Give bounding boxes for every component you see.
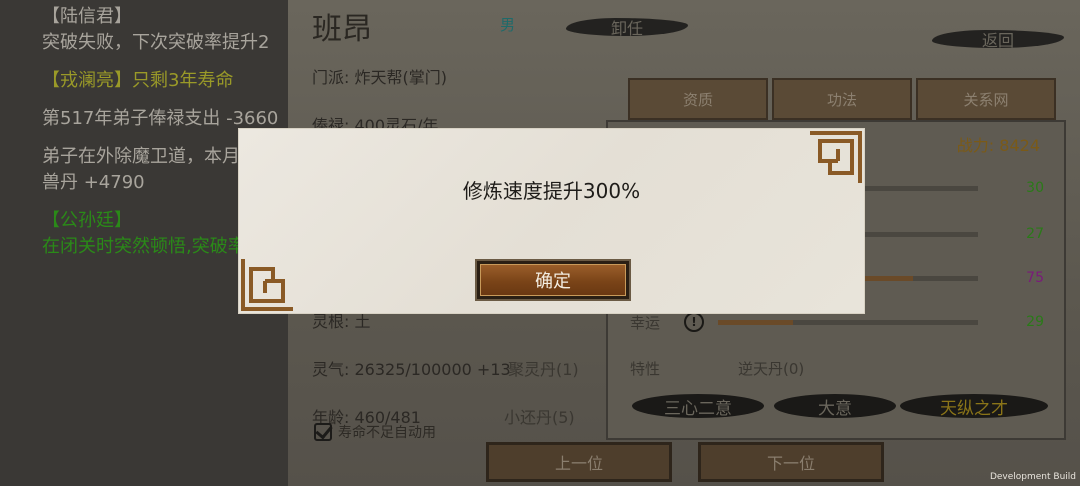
dismiss-button[interactable]: 卸任 bbox=[566, 10, 688, 44]
stat-value: 27 bbox=[1026, 226, 1044, 242]
log-entry: 突破失败，下次突破率提升2 bbox=[42, 32, 270, 53]
tab-skills[interactable]: 功法 bbox=[772, 78, 912, 120]
stat-value: 29 bbox=[1026, 314, 1044, 330]
stat-value: 30 bbox=[1026, 180, 1044, 196]
combat-power: 战力: 8424 bbox=[956, 136, 1040, 155]
tab-relations[interactable]: 关系网 bbox=[916, 78, 1056, 120]
auto-use-toggle[interactable]: 寿命不足自动用 bbox=[314, 422, 436, 442]
fret-ornament-icon bbox=[241, 259, 293, 311]
dev-build-label: Development Build bbox=[989, 472, 1076, 482]
trait-badge[interactable]: 三心二意 bbox=[632, 388, 764, 424]
checkbox-icon[interactable] bbox=[314, 423, 332, 441]
trait-badge[interactable]: 大意 bbox=[774, 388, 896, 424]
stat-value: 75 bbox=[1026, 270, 1044, 286]
trait-pill[interactable]: 逆天丹(0) bbox=[738, 358, 804, 379]
trait-label: 特性 bbox=[630, 360, 661, 378]
sect-info: 门派: 炸天帮(掌门) bbox=[312, 68, 447, 87]
stat-row-luck: 幸运 ! 29 bbox=[630, 312, 1044, 332]
notification-dialog: 修炼速度提升300% 确定 bbox=[238, 128, 865, 314]
log-entry: 【戎澜亮】只剩3年寿命 bbox=[42, 70, 234, 91]
pill-juling[interactable]: 聚灵丹(1) bbox=[508, 356, 579, 380]
back-button[interactable]: 返回 bbox=[932, 22, 1064, 56]
log-entry: 【陆信君】 bbox=[42, 6, 132, 27]
tab-aptitude[interactable]: 资质 bbox=[628, 78, 768, 120]
next-button[interactable]: 下一位 bbox=[698, 442, 884, 482]
qi-info: 灵气: 26325/100000 +13 bbox=[312, 360, 511, 379]
luck-label: 幸运 bbox=[630, 313, 661, 332]
pill-xiaohuan[interactable]: 小还丹(5) bbox=[504, 404, 575, 428]
character-name: 班昂 bbox=[312, 12, 372, 47]
info-icon[interactable]: ! bbox=[684, 312, 704, 332]
tab-bar: 资质 功法 关系网 bbox=[628, 78, 1056, 120]
confirm-button[interactable]: 确定 bbox=[475, 259, 631, 301]
gender-label: 男 bbox=[500, 16, 516, 34]
dialog-message: 修炼速度提升300% bbox=[462, 179, 641, 203]
trait-badge[interactable]: 天纵之才 bbox=[900, 388, 1048, 424]
prev-button[interactable]: 上一位 bbox=[486, 442, 672, 482]
